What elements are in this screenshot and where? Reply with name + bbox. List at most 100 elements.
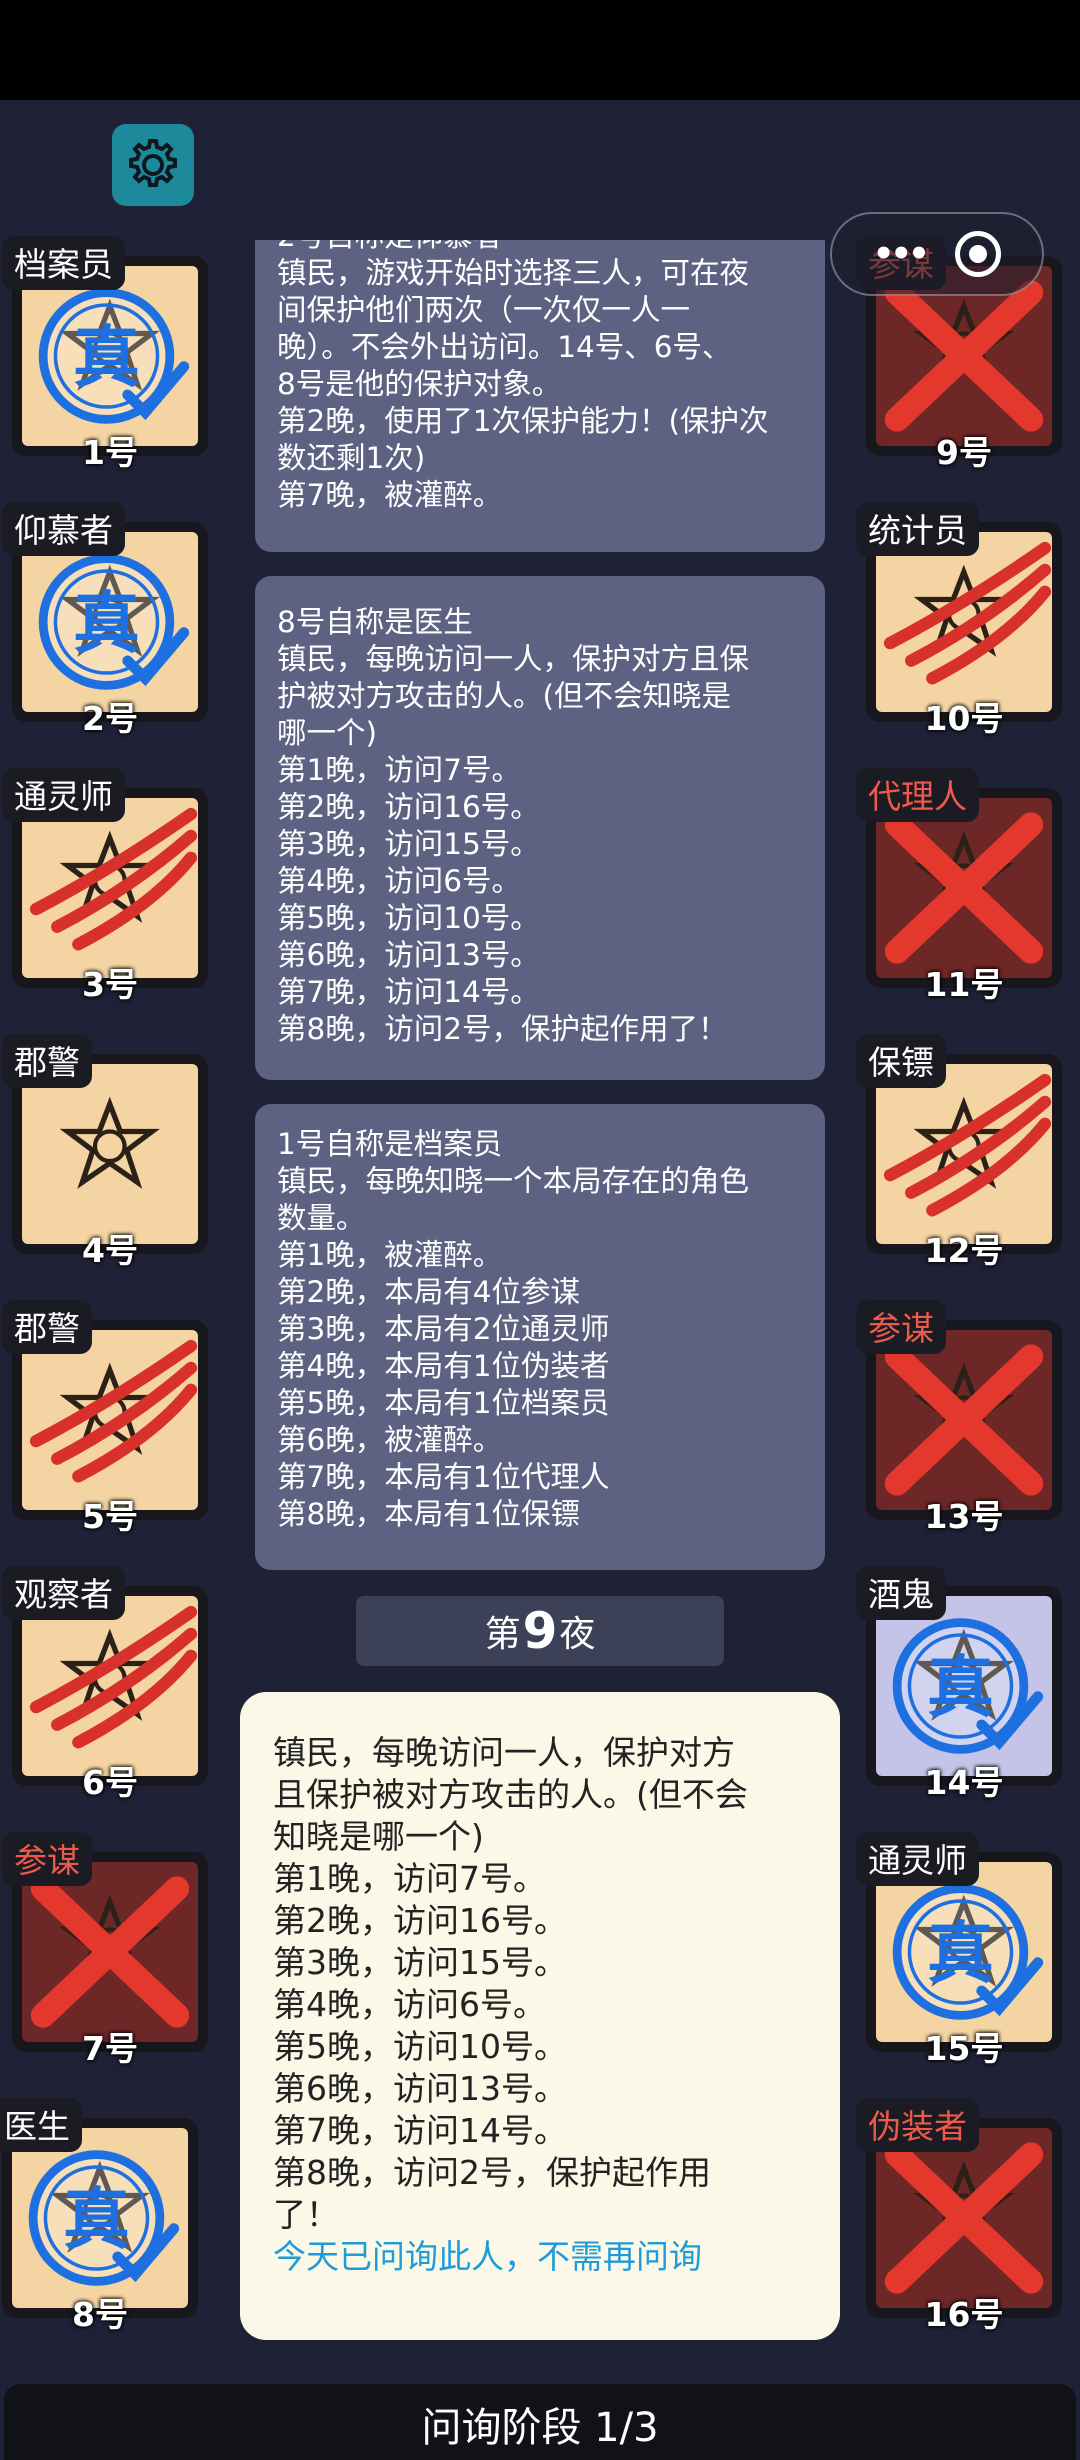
player-number: 13号 bbox=[924, 1497, 1004, 1536]
verified-stamp-icon: 真 bbox=[892, 1618, 1044, 1754]
log-line: 数还剩1次) bbox=[277, 441, 426, 475]
log-line: 第3晚，本局有2位通灵师 bbox=[277, 1312, 610, 1346]
log-line: 晚）。不会外出访问。14号、6号、 bbox=[277, 330, 732, 364]
log-line: 第2晚，本局有4位参谋 bbox=[277, 1275, 581, 1309]
player-number: 4号 bbox=[82, 1231, 138, 1270]
claw-marks-icon bbox=[29, 1605, 198, 1749]
eliminated-x-icon bbox=[884, 2142, 1044, 2294]
settings-button[interactable] bbox=[112, 124, 194, 206]
role-name-label: 医生 bbox=[0, 2098, 82, 2152]
player-number: 11号 bbox=[924, 965, 1004, 1004]
close-target-icon[interactable] bbox=[955, 231, 1002, 277]
log-line: 第2晚，使用了1次保护能力！(保护次 bbox=[277, 404, 769, 438]
player-card[interactable]: 通灵师 3号 bbox=[2, 768, 208, 1004]
player-detail-panel: 镇民，每晚访问一人，保护对方 且保护被对方攻击的人。(但不会 知晓是哪一个) 第1晚，… bbox=[240, 1692, 840, 2340]
log-line: 哪一个) bbox=[277, 716, 378, 750]
log-line: 第1晚，访问7号。 bbox=[277, 753, 522, 787]
role-card-art bbox=[22, 1862, 198, 2042]
detail-line: 第8晚，访问2号，保护起作用 bbox=[273, 2153, 711, 2192]
detail-line: 第6晚，访问13号。 bbox=[273, 2069, 567, 2108]
claw-marks-icon bbox=[883, 1073, 1052, 1217]
log-line: 第3晚，访问15号。 bbox=[277, 827, 540, 861]
log-line: 镇民，游戏开始时选择三人，可在夜 bbox=[277, 256, 750, 290]
player-number: 1号 bbox=[82, 433, 138, 472]
role-name-label: 档案员 bbox=[2, 236, 125, 290]
role-name-label: 统计员 bbox=[856, 502, 979, 556]
player-card[interactable]: 郡警 4号 bbox=[2, 1034, 208, 1270]
role-name-label: 保镖 bbox=[856, 1034, 946, 1088]
phase-label: 问询阶段 1/3 bbox=[421, 2405, 659, 2451]
verified-stamp-icon: 真 bbox=[28, 2150, 180, 2286]
svg-text:真: 真 bbox=[927, 1649, 994, 1727]
phase-bar: 问询阶段 1/3 bbox=[4, 2384, 1076, 2460]
player-number: 16号 bbox=[924, 2295, 1004, 2334]
log-line: 第7晚，访问14号。 bbox=[277, 975, 540, 1009]
role-card-art: 真 bbox=[12, 2128, 188, 2308]
role-name-label: 伪装者 bbox=[856, 2098, 979, 2152]
log-line: 第7晚，本局有1位代理人 bbox=[277, 1460, 610, 1494]
player-card[interactable]: 真 档案员 1号 bbox=[2, 236, 208, 472]
svg-text:真: 真 bbox=[73, 585, 140, 663]
role-card-art bbox=[22, 1064, 198, 1244]
svg-text:真: 真 bbox=[73, 319, 140, 397]
log-line: 第5晚，访问10号。 bbox=[277, 901, 540, 935]
log-entry: 1号自称是档案员 镇民，每晚知晓一个本局存在的角色 数量。 第1晚，被灌醉。 第2晚，本… bbox=[255, 1104, 825, 1570]
detail-line: 第4晚，访问6号。 bbox=[273, 1985, 546, 2024]
log-line: 护被对方攻击的人。(但不会知晓是 bbox=[277, 679, 732, 713]
log-line: 第6晚，被灌醉。 bbox=[277, 1423, 503, 1457]
player-card[interactable]: 统计员 10号 bbox=[856, 502, 1062, 738]
player-card[interactable]: 参谋 7号 bbox=[2, 1832, 208, 2068]
player-card[interactable]: 伪装者 16号 bbox=[856, 2098, 1062, 2334]
eliminated-x-icon bbox=[884, 1344, 1044, 1496]
player-number: 2号 bbox=[82, 699, 138, 738]
night-suffix: 夜 bbox=[559, 1614, 596, 1655]
eliminated-x-icon bbox=[884, 812, 1044, 964]
player-card[interactable]: 观察者 6号 bbox=[2, 1566, 208, 1802]
role-name-label: 酒鬼 bbox=[856, 1566, 946, 1620]
player-card[interactable]: 真 酒鬼 14号 bbox=[856, 1566, 1062, 1802]
inquiry-hint: 今天已问询此人，不需再问询 bbox=[273, 2237, 702, 2276]
player-card[interactable]: 代理人 11号 bbox=[856, 768, 1062, 1004]
detail-line: 知晓是哪一个) bbox=[273, 1817, 484, 1856]
detail-line: 第7晚，访问14号。 bbox=[273, 2111, 567, 2150]
player-number: 9号 bbox=[936, 433, 992, 472]
claw-marks-icon bbox=[29, 1339, 198, 1483]
role-card-art bbox=[876, 2128, 1052, 2308]
log-line: 第5晚，本局有1位档案员 bbox=[277, 1386, 610, 1420]
log-line: 第1晚，被灌醉。 bbox=[277, 1238, 503, 1272]
player-card[interactable]: 真 医生 8号 bbox=[0, 2098, 198, 2334]
svg-text:真: 真 bbox=[927, 1915, 994, 1993]
player-card[interactable]: 参谋 13号 bbox=[856, 1300, 1062, 1536]
player-number: 5号 bbox=[82, 1497, 138, 1536]
role-card-art bbox=[22, 798, 198, 978]
log-line: 1号自称是档案员 bbox=[277, 1127, 503, 1161]
player-card[interactable]: 真 仰慕者 2号 bbox=[2, 502, 208, 738]
player-number: 8号 bbox=[72, 2295, 128, 2334]
role-name-label: 郡警 bbox=[2, 1034, 92, 1088]
role-card-art bbox=[876, 532, 1052, 712]
detail-line: 第5晚，访问10号。 bbox=[273, 2027, 567, 2066]
log-line: 镇民，每晚知晓一个本局存在的角色 bbox=[277, 1164, 750, 1198]
role-card-art bbox=[876, 1330, 1052, 1510]
detail-line: 且保护被对方攻击的人。(但不会 bbox=[273, 1775, 748, 1814]
gear-icon bbox=[129, 139, 177, 187]
role-card-art: 真 bbox=[22, 266, 198, 446]
more-icon[interactable]: ••• bbox=[873, 234, 930, 274]
player-number: 14号 bbox=[924, 1763, 1004, 1802]
role-name-label: 郡警 bbox=[2, 1300, 92, 1354]
player-card[interactable]: 保镖 12号 bbox=[856, 1034, 1062, 1270]
detail-line: 第3晚，访问15号。 bbox=[273, 1943, 567, 1982]
detail-line: 第1晚，访问7号。 bbox=[273, 1859, 546, 1898]
role-card-art: 真 bbox=[876, 1596, 1052, 1776]
eliminated-x-icon bbox=[30, 1876, 190, 2028]
verified-stamp-icon: 真 bbox=[892, 1884, 1044, 2020]
player-number: 10号 bbox=[924, 699, 1004, 738]
player-number: 3号 bbox=[82, 965, 138, 1004]
night-indicator: 第 9 夜 bbox=[356, 1596, 724, 1666]
log-line: 第4晚，访问6号。 bbox=[277, 864, 522, 898]
player-card[interactable]: 真 通灵师 15号 bbox=[856, 1832, 1062, 2068]
role-emblem-icon bbox=[59, 1096, 161, 1189]
svg-text:真: 真 bbox=[63, 2181, 130, 2259]
role-name-label: 参谋 bbox=[856, 1300, 946, 1354]
player-card[interactable]: 郡警 5号 bbox=[2, 1300, 208, 1536]
